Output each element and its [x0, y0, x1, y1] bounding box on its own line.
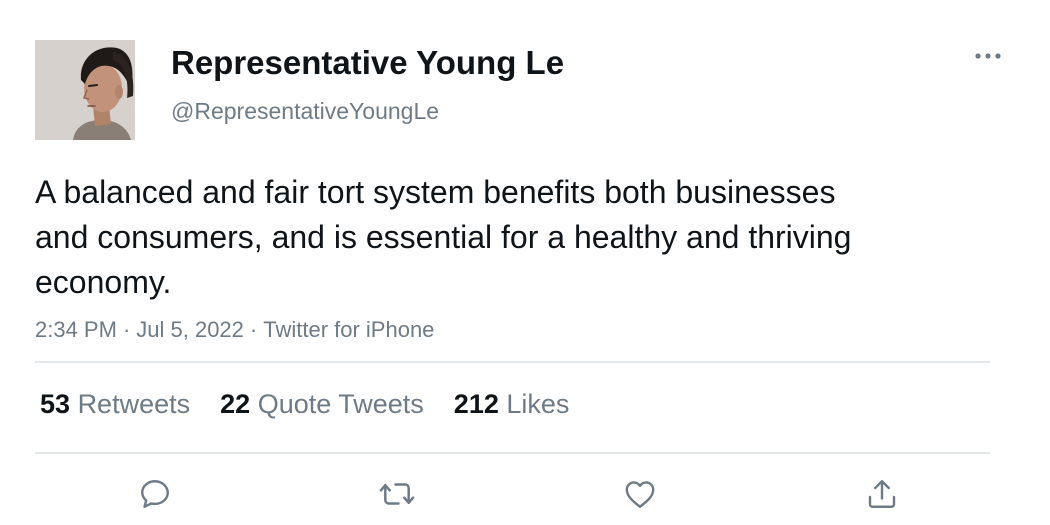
like-button[interactable]: [620, 474, 660, 514]
share-upload-icon: [868, 480, 896, 508]
tweet-date[interactable]: Jul 5, 2022: [136, 317, 244, 342]
avatar-photo: [35, 40, 135, 140]
quote-tweets-label: Quote Tweets: [257, 389, 424, 419]
tweet-meta: 2:34 PM · Jul 5, 2022 · Twitter for iPhone: [35, 315, 434, 345]
quote-tweets-count: 22: [220, 389, 251, 419]
reply-bubble-icon: [141, 480, 169, 508]
likes-stat[interactable]: 212 Likes: [454, 386, 570, 422]
tweet-source[interactable]: Twitter for iPhone: [263, 317, 434, 342]
quote-tweets-stat[interactable]: 22 Quote Tweets: [220, 386, 424, 422]
divider: [35, 361, 990, 363]
share-button[interactable]: [862, 474, 902, 514]
retweet-button[interactable]: [377, 474, 417, 514]
avatar[interactable]: [35, 40, 135, 140]
tweet-stats: 53 Retweets 22 Quote Tweets 212 Likes: [40, 386, 599, 422]
author-handle[interactable]: @RepresentativeYoungLe: [171, 96, 439, 126]
likes-label: Likes: [506, 389, 570, 419]
retweets-stat[interactable]: 53 Retweets: [40, 386, 190, 422]
likes-count: 212: [453, 389, 499, 419]
more-dots-icon: [975, 53, 1001, 59]
author-name[interactable]: Representative Young Le: [171, 42, 564, 84]
retweets-label: Retweets: [77, 389, 191, 419]
tweet-card: Representative Young Le @RepresentativeY…: [0, 0, 1050, 525]
divider: [35, 452, 990, 454]
meta-separator: ·: [122, 317, 131, 342]
retweets-count: 53: [40, 389, 71, 419]
tweet-text: A balanced and fair tort system benefits…: [35, 174, 852, 300]
more-options-button[interactable]: [968, 38, 1008, 74]
tweet-time[interactable]: 2:34 PM: [35, 317, 117, 342]
retweet-arrows-icon: [379, 483, 415, 505]
heart-icon: [625, 481, 655, 508]
reply-button[interactable]: [135, 474, 175, 514]
meta-separator: ·: [249, 317, 258, 342]
